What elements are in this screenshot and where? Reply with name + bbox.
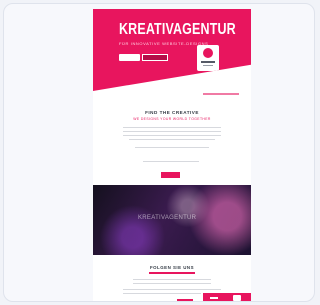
intro-text-line <box>123 131 221 133</box>
intro-text-line <box>123 135 221 137</box>
intro-subtitle: WE DESIGNS YOUR WORLD TOGETHER <box>133 117 211 121</box>
hero-subscribe-button <box>142 54 168 61</box>
photo-banner: KREATIVAGENTUR <box>93 185 251 255</box>
hero-dot-decoration <box>206 76 208 78</box>
hero-section: KREATIVAGENTUR FÜR INNOVATIVE WEBSITE-DE… <box>93 9 251 91</box>
footer-text-line <box>123 293 201 295</box>
footer-text-line <box>133 279 211 281</box>
hero-title: KREATIVAGENTUR <box>119 21 236 38</box>
hero-email-field <box>119 54 140 61</box>
hero-subtitle: FÜR INNOVATIVE WEBSITE-DESIGNS <box>119 41 209 46</box>
intro-text-line <box>143 161 199 163</box>
template-preview-card[interactable]: KREATIVAGENTUR FÜR INNOVATIVE WEBSITE-DE… <box>3 3 315 302</box>
social-icon <box>233 295 241 301</box>
intro-cta-button <box>161 172 180 178</box>
intro-text-line <box>123 127 221 129</box>
email-template-thumbnail[interactable]: KREATIVAGENTUR FÜR INNOVATIVE WEBSITE-DE… <box>93 9 251 301</box>
intro-text-line <box>135 147 209 149</box>
intro-title: FIND THE CREATIVE <box>145 110 199 115</box>
logo-mark-icon <box>203 48 213 58</box>
banner-caption: KREATIVAGENTUR <box>138 215 197 221</box>
footer-social-bar <box>203 293 251 301</box>
header-link <box>203 93 239 95</box>
logo-wordmark <box>201 61 215 63</box>
logo-tagline <box>203 65 213 66</box>
social-icon <box>210 297 218 299</box>
agency-logo <box>197 45 219 71</box>
footer-text-line <box>133 283 211 285</box>
footer-title: FOLGEN SIE UNS <box>149 265 195 270</box>
footer-small-badge <box>177 299 193 301</box>
footer-text-line <box>123 289 221 291</box>
intro-text-line <box>129 139 215 141</box>
footer-subtitle-bar <box>149 272 195 274</box>
